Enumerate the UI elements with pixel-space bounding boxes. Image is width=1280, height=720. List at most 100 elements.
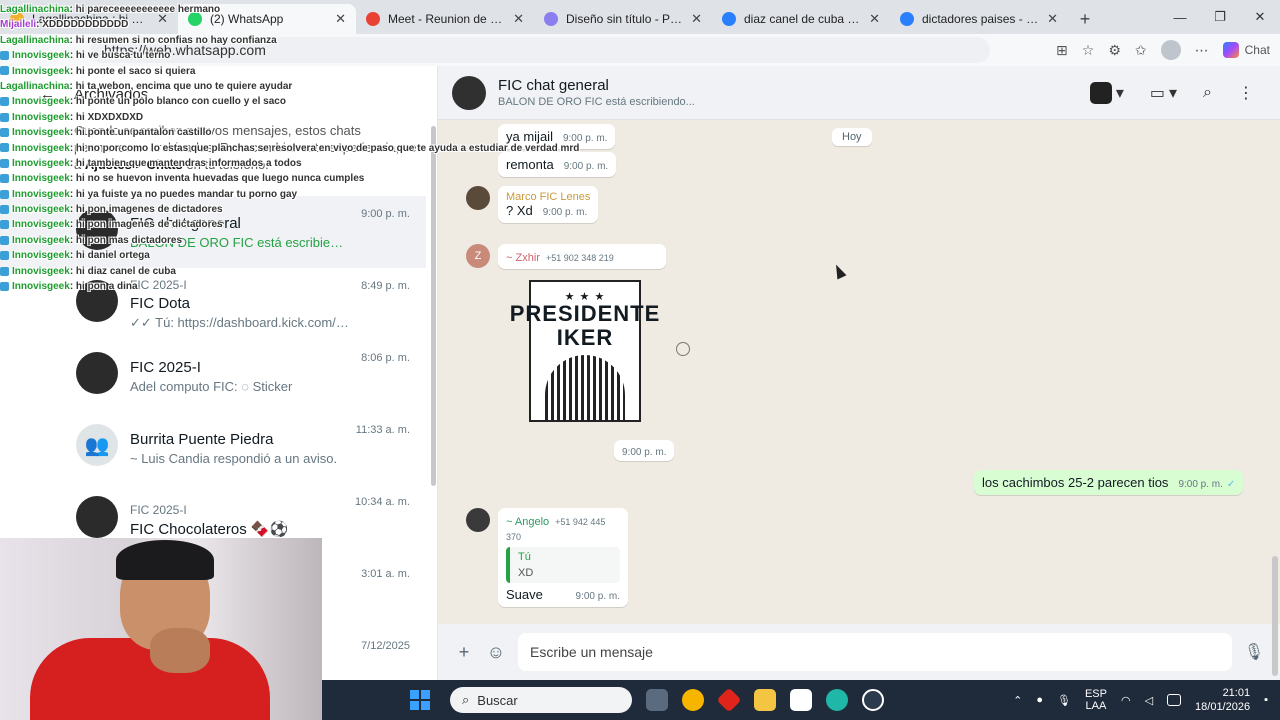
sender-name[interactable]: ~ Angelo [506, 516, 549, 528]
widgets-icon[interactable] [682, 689, 704, 711]
store-icon[interactable] [790, 689, 812, 711]
chat-list-item[interactable]: 👥 Burrita Puente Piedra ~ Luis Candia re… [0, 412, 426, 484]
tab-close-icon[interactable]: ✕ [691, 11, 702, 27]
favorites-icon[interactable]: ✩ [1135, 42, 1147, 59]
chat-text: FIC 2025-I Adel computo FIC: ◌ Sticker [130, 359, 350, 394]
language-indicator[interactable]: ESP LAA [1085, 688, 1107, 712]
edge-browser-icon[interactable] [826, 689, 848, 711]
sticker-sender-header[interactable]: ~ Zxhir +51 902 348 219 [498, 244, 666, 269]
chat-text: FIC 2025-I FIC Chocolateros 🍫⚽ [130, 503, 350, 538]
clock[interactable]: 21:01 18/01/2026 [1195, 686, 1250, 714]
wifi-icon[interactable]: ◠ [1121, 694, 1131, 707]
extensions-icon[interactable]: ⚙ [1108, 42, 1121, 59]
chat-time: 10:34 a. m. [354, 496, 410, 508]
video-call-button[interactable]: ▭ ▾ [1150, 83, 1177, 103]
chat-list-scrollbar[interactable] [431, 126, 436, 486]
message-bubble[interactable]: remonta 9:00 p. m. [498, 152, 617, 177]
file-explorer-icon[interactable] [754, 689, 776, 711]
copilot-button[interactable]: Chat [1222, 42, 1270, 58]
taskbar-apps [646, 687, 884, 713]
sender-name[interactable]: ~ Zxhir [506, 252, 540, 264]
new-tab-button[interactable]: + [1068, 4, 1102, 34]
chat-text: Burrita Puente Piedra ~ Luis Candia resp… [130, 431, 350, 466]
conversation-header[interactable]: FIC chat general BALON DE ORO FIC está e… [438, 66, 1280, 120]
message-text: ya mijail [506, 129, 553, 144]
language-code: ESP [1084, 688, 1107, 700]
copilot-icon [1222, 42, 1239, 58]
emoji-icon[interactable]: ☺ [480, 642, 512, 663]
browser-tab[interactable]: Meet - Reunion de prese ✕ [356, 4, 534, 34]
microphone-icon[interactable]: 🎙 [1238, 642, 1270, 662]
sender-name[interactable]: Marco FIC Lenes [506, 191, 590, 203]
browser-tab[interactable]: Lagallinachina : hi pareceeeeeeeeeee her… [0, 4, 178, 34]
notification-icon[interactable]: ▪ [1264, 694, 1268, 706]
message-text: Suave [506, 587, 543, 602]
conversation-panel: FIC chat general BALON DE ORO FIC está e… [438, 66, 1280, 680]
group-menu-button[interactable]: ▾ [1089, 81, 1124, 104]
chat-avatar [76, 208, 118, 250]
attach-plus-icon[interactable]: + [448, 642, 480, 663]
read-check-icon: ✓ [1226, 479, 1236, 490]
browser-tab[interactable]: dictadores paises - Búsqueda ✕ [890, 4, 1068, 34]
browser-tab[interactable]: (2) WhatsApp ✕ [178, 4, 356, 34]
windows-start-icon[interactable] [410, 690, 430, 710]
microphone-tray-icon[interactable]: 🎙 [1057, 694, 1071, 707]
security-icon[interactable]: ● [1036, 694, 1043, 706]
chat-name: FIC 2025-I [130, 358, 201, 376]
tab-close-icon[interactable]: ✕ [335, 11, 346, 27]
browser-tab[interactable]: Diseño sin título - Presentació ✕ [534, 4, 712, 34]
reply-message-bubble[interactable]: ~ Angelo +51 942 445 370 Tú XD Suave 9:00 … [498, 508, 628, 607]
tab-title: dictadores paises - Búsqueda [922, 12, 1039, 26]
sender-avatar[interactable] [466, 186, 490, 210]
sender-avatar[interactable] [466, 508, 490, 532]
message-text: remonta [506, 157, 554, 172]
battery-icon[interactable] [1167, 694, 1182, 706]
obs-icon[interactable] [862, 689, 884, 711]
search-icon[interactable]: ⌕ [1203, 84, 1212, 102]
chat-list-item[interactable]: FIC 2025-I FIC Dota ✓✓ Tú: https://dashb… [0, 268, 426, 340]
taskbar-search[interactable]: ⌕ Buscar [450, 687, 632, 713]
conversation-title-block: FIC chat general BALON DE ORO FIC está e… [498, 77, 695, 108]
sticker-image[interactable]: ★ ★ ★ PRESIDENTE IKER [510, 280, 659, 422]
tab-close-icon[interactable]: ✕ [157, 11, 168, 27]
chat-list-item[interactable]: FIC 2025-I Adel computo FIC: ◌ Sticker 8… [0, 340, 426, 412]
app-diamond-icon[interactable] [716, 687, 742, 713]
profile-avatar[interactable] [1160, 40, 1181, 60]
back-arrow-icon[interactable]: ← [40, 86, 55, 103]
message-area[interactable]: Hoy ya mijail 9:00 p. m. remonta 9:00 p. m… [438, 120, 1280, 624]
url-field[interactable]: https://web.whatsapp.com [90, 37, 990, 63]
conversation-scrollbar[interactable] [1272, 556, 1278, 676]
message-bubble[interactable]: ya mijail 9:00 p. m. [498, 124, 616, 149]
chat-time: 8:49 p. m. [361, 280, 410, 292]
message-bubble[interactable]: Marco FIC Lenes ? Xd 9:00 p. m. [498, 186, 599, 223]
chevron-up-icon[interactable]: ⌃ [1013, 694, 1022, 707]
favorite-star-icon[interactable]: ☆ [1082, 42, 1095, 59]
system-tray: ⌃ ● 🎙 ESP LAA ◠ ◁ 21:01 18/01/2026 ▪ [1013, 686, 1280, 714]
tab-favicon-icon [10, 12, 24, 26]
task-view-icon[interactable] [646, 689, 668, 711]
more-options-icon[interactable]: ⋮ [1238, 83, 1254, 103]
message-time: 9:00 p. m. [562, 133, 608, 144]
chat-list-item[interactable]: FIC chat general BALON DE ORO FIC está e… [0, 196, 426, 268]
tab-close-icon[interactable]: ✕ [1047, 11, 1058, 27]
tab-close-icon[interactable]: ✕ [513, 11, 524, 27]
apps-icon[interactable]: ⊞ [1056, 42, 1068, 59]
chat-community: FIC 2025-I [130, 502, 187, 517]
group-avatar[interactable] [452, 75, 486, 110]
settings-link[interactable]: Ajustes > Chats [85, 157, 183, 172]
close-window-icon[interactable]: ✕ [1240, 9, 1280, 25]
sender-initial-avatar[interactable]: Z [466, 244, 490, 268]
quoted-message[interactable]: Tú XD [506, 547, 620, 583]
volume-icon[interactable]: ◁ [1145, 694, 1153, 707]
minimize-icon[interactable]: — [1160, 10, 1200, 25]
browser-tab[interactable]: diaz canel de cuba - Búsqued ✕ [712, 4, 890, 34]
search-icon: ⌕ [462, 692, 470, 707]
maximize-icon[interactable]: ❐ [1200, 9, 1240, 25]
browser-tab-strip: Lagallinachina : hi pareceeeeeeeeeee her… [0, 0, 1280, 34]
message-input[interactable]: Escribe un mensaje [518, 633, 1232, 671]
react-emoji-icon[interactable] [676, 342, 690, 356]
more-menu-icon[interactable]: ⋯ [1195, 42, 1209, 59]
browser-toolbar: ⊞ ☆ ⚙ ✩ ⋯ Chat [1056, 40, 1270, 60]
outgoing-message-bubble[interactable]: los cachimbos 25-2 parecen tios 9:00 p. m… [974, 470, 1244, 495]
tab-close-icon[interactable]: ✕ [869, 11, 880, 27]
